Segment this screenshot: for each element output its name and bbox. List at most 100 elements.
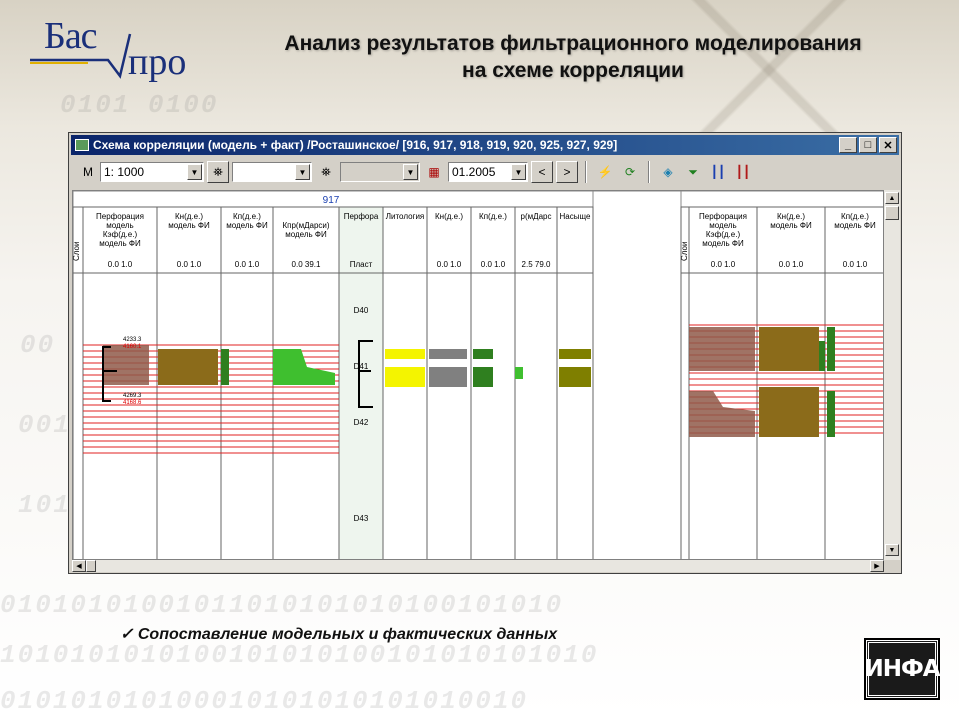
background-binary: 00 [20, 330, 56, 360]
window-titlebar[interactable]: Схема корреляции (модель + факт) /Росташ… [71, 135, 899, 155]
track-remove-icon[interactable]: ┃┃ [732, 161, 754, 183]
chevron-down-icon[interactable]: ▼ [187, 164, 202, 180]
chevron-down-icon[interactable]: ▼ [295, 164, 310, 180]
track-title: Кэф(д.е.) [706, 230, 741, 239]
chevron-down-icon[interactable]: ▼ [511, 164, 526, 180]
toolbar-separator [585, 161, 587, 183]
perf-top-label: 4233.3 [123, 337, 142, 343]
layer-label: D43 [354, 514, 369, 523]
slide-title-line2: на схеме корреляции [462, 59, 684, 82]
saturation-bar [559, 349, 591, 359]
kef-model-bar [103, 345, 149, 385]
toolbar: М 1: 1000 ▼ ⛯ ▼ ⛯ ▼ ▦ 01.2005 ▼ < > ⚡ ⟳ … [71, 158, 899, 186]
company-badge: ИНФА [864, 640, 941, 698]
track-title: модель ФИ [168, 221, 210, 230]
kn-fact-bar [429, 367, 467, 387]
track-title: модель ФИ [834, 221, 876, 230]
vertical-scrollbar[interactable]: ▲ ▼ [884, 190, 900, 560]
well-gap [592, 191, 682, 559]
track-title: модель [106, 221, 133, 230]
track-scale: 0.0 1.0 [711, 260, 736, 269]
track-scale: 0.0 1.0 [437, 260, 462, 269]
kn-model-bar-right-edge [819, 341, 825, 371]
well-select[interactable]: ▼ [232, 162, 312, 182]
track-scale: Пласт [350, 260, 373, 269]
track-scale: 0.0 1.0 [235, 260, 260, 269]
slide-caption: ✓ Сопоставление модельных и фактических … [120, 624, 557, 644]
track-title: Кп(д.е.) [841, 212, 869, 221]
scroll-right-icon[interactable]: ▶ [870, 560, 884, 572]
saturation-bar [559, 367, 591, 387]
minimize-button[interactable]: _ [839, 137, 857, 153]
scroll-down-icon[interactable]: ▼ [885, 544, 899, 556]
track-title: Кн(д.е.) [175, 212, 203, 221]
layer-label: D42 [354, 418, 369, 427]
maximize-button[interactable]: □ [859, 137, 877, 153]
track-title: Слои [73, 242, 81, 261]
binoculars-icon[interactable]: ⛯ [207, 161, 229, 183]
toolbar-separator [648, 161, 650, 183]
kpr-fact-bar [515, 367, 523, 379]
horizontal-scrollbar[interactable]: ◀ ▶ [72, 560, 884, 572]
track-title: р(мДарс [521, 212, 552, 221]
correlation-window: Схема корреляции (модель + факт) /Росташ… [68, 132, 902, 574]
checkmark-icon: ✓ [120, 626, 138, 643]
track-title: модель ФИ [99, 239, 141, 248]
window-title: Схема корреляции (модель + факт) /Росташ… [93, 138, 618, 152]
calendar-icon[interactable]: ▦ [423, 161, 445, 183]
scale-label: М [83, 165, 93, 179]
kn-model-bar [158, 349, 218, 385]
caption-text: Сопоставление модельных и фактических да… [137, 626, 558, 643]
track-title: модель [709, 221, 736, 230]
scale-select[interactable]: 1: 1000 ▼ [100, 162, 204, 182]
close-button[interactable]: ✕ [879, 137, 897, 153]
perf-top-red-label: 4160.1 [123, 344, 142, 350]
date-select[interactable]: 01.2005 ▼ [448, 162, 528, 182]
track-title: Кпр(мДарси) [282, 221, 329, 230]
background-binary: 0101 0100 [60, 90, 219, 120]
eraser-icon[interactable]: ◈ [657, 161, 679, 183]
kn-fact-bar [429, 349, 467, 359]
track-add-icon[interactable]: ┃┃ [707, 161, 729, 183]
track-title: Перфорация [699, 212, 747, 221]
scroll-left-icon[interactable]: ◀ [72, 560, 86, 572]
prev-date-button[interactable]: < [531, 161, 553, 183]
track-title: Перфора [344, 212, 379, 221]
lithology-bar [385, 349, 425, 359]
kn-model-bar-right [759, 387, 819, 437]
track-title: модель ФИ [770, 221, 812, 230]
track-scale: 0.0 39.1 [292, 260, 321, 269]
track-scale: 0.0 1.0 [481, 260, 506, 269]
logo-text-part1: Бас [44, 15, 98, 57]
scroll-thumb[interactable] [86, 560, 96, 572]
slide-title-line1: Анализ результатов фильтрационного модел… [284, 32, 862, 55]
lightning-icon[interactable]: ⚡ [594, 161, 616, 183]
track-title: Кн(д.е.) [777, 212, 805, 221]
chevron-down-icon[interactable]: ▼ [403, 164, 418, 180]
background-binary: 010101010100010101010101010010 [0, 686, 529, 716]
param-select[interactable]: ▼ [340, 162, 420, 182]
kp-model-bar [221, 349, 229, 385]
layer-label: D40 [354, 306, 369, 315]
correlation-canvas[interactable]: 917 Слои Перфорация модель Кэф(д.е.) модель Ф… [72, 190, 884, 560]
filter-icon[interactable]: ⏷ [682, 161, 704, 183]
binoculars-icon[interactable]: ⛯ [315, 161, 337, 183]
track-scale: 0.0 1.0 [108, 260, 133, 269]
scroll-thumb[interactable] [885, 206, 899, 220]
track-title: Кп(д.е.) [233, 212, 261, 221]
date-select-value: 01.2005 [452, 165, 496, 179]
track-title: Кэф(д.е.) [103, 230, 138, 239]
track-title: модель ФИ [702, 239, 744, 248]
perf-bottom-red-label: 4168.6 [123, 400, 142, 406]
kp-model-bar-right [827, 391, 835, 437]
track-title: Перфорация [96, 212, 144, 221]
next-date-button[interactable]: > [556, 161, 578, 183]
scroll-up-icon[interactable]: ▲ [885, 192, 899, 204]
slide-title: Анализ результатов фильтрационного модел… [228, 30, 918, 84]
refresh-icon[interactable]: ⟳ [619, 161, 641, 183]
logo-text-part2: про [128, 41, 187, 83]
track-title: модель ФИ [226, 221, 268, 230]
background-binary: 101 [18, 490, 71, 520]
track-title: модель ФИ [285, 230, 327, 239]
track-title: Насыще [560, 212, 591, 221]
